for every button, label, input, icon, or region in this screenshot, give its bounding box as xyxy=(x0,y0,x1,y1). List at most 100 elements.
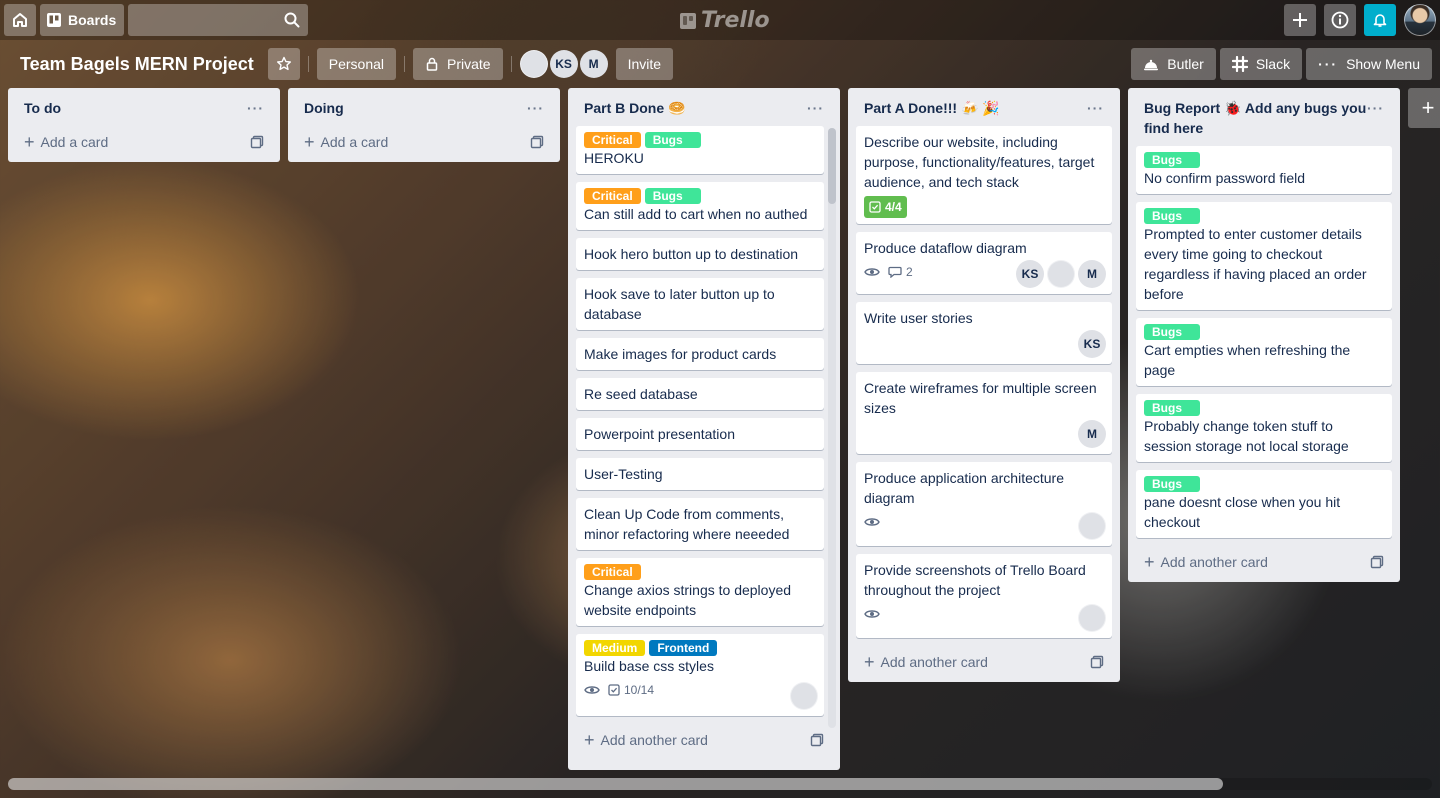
trello-logo[interactable]: Trello xyxy=(680,8,770,33)
member-avatar-m[interactable]: M xyxy=(1078,260,1106,288)
privacy-button[interactable]: Private xyxy=(413,48,503,80)
member-avatar-m[interactable]: M xyxy=(579,50,608,78)
board-scrollbar-thumb[interactable] xyxy=(8,778,1223,790)
slack-button[interactable]: Slack xyxy=(1219,48,1303,80)
board-horizontal-scrollbar[interactable] xyxy=(8,778,1432,790)
add-card-button[interactable]: + Add a card xyxy=(296,126,552,162)
card[interactable]: Critical Bugs Can still add to cart when… xyxy=(576,182,824,230)
card[interactable]: Bugs Cart empties when refreshing the pa… xyxy=(1136,318,1392,386)
member-avatar-photo[interactable] xyxy=(1047,260,1075,288)
label-frontend[interactable]: Frontend xyxy=(649,640,718,656)
list-header[interactable]: Part A Done!!! 🍻 🎉 ··· xyxy=(856,88,1112,126)
watch-icon xyxy=(864,516,880,528)
list-header[interactable]: To do ··· xyxy=(16,88,272,126)
label-bugs[interactable]: Bugs xyxy=(644,132,701,148)
list-menu-icon[interactable]: ··· xyxy=(807,98,824,118)
label-medium[interactable]: Medium xyxy=(584,640,646,656)
star-button[interactable] xyxy=(267,48,300,80)
template-icon[interactable] xyxy=(810,733,824,747)
card-labels: Bugs xyxy=(1144,324,1384,340)
label-critical[interactable]: Critical xyxy=(584,132,641,148)
member-avatar-photo[interactable] xyxy=(1078,604,1106,632)
list-title[interactable]: Bug Report 🐞 Add any bugs you find here xyxy=(1144,98,1367,138)
card[interactable]: Medium Frontend Build base css styles 10… xyxy=(576,634,824,716)
add-card-button[interactable]: + Add a card xyxy=(16,126,272,162)
list-menu-icon[interactable]: ··· xyxy=(1087,98,1104,118)
card[interactable]: Critical Change axios strings to deploye… xyxy=(576,558,824,626)
template-icon[interactable] xyxy=(250,135,264,149)
label-bugs[interactable]: Bugs xyxy=(644,188,701,204)
info-button[interactable] xyxy=(1324,4,1356,36)
list-title[interactable]: To do xyxy=(24,98,61,118)
add-card-button[interactable]: + Add another card xyxy=(576,724,832,760)
team-visibility-button[interactable]: Personal xyxy=(316,48,397,80)
home-button[interactable] xyxy=(4,4,36,36)
label-bugs[interactable]: Bugs xyxy=(1144,208,1200,224)
card[interactable]: Make images for product cards xyxy=(576,338,824,370)
card[interactable]: Write user stories KS xyxy=(856,302,1112,364)
search-input[interactable] xyxy=(128,4,309,36)
boards-button[interactable]: Boards xyxy=(40,4,125,36)
card[interactable]: Powerpoint presentation xyxy=(576,418,824,450)
list-menu-icon[interactable]: ··· xyxy=(247,98,264,118)
template-icon[interactable] xyxy=(1090,655,1104,669)
card[interactable]: Create wireframes for multiple screen si… xyxy=(856,372,1112,454)
card[interactable]: Produce dataflow diagram 2 KS M xyxy=(856,232,1112,294)
card[interactable]: Bugs Probably change token stuff to sess… xyxy=(1136,394,1392,462)
list-header[interactable]: Part B Done 🥯 ··· xyxy=(576,88,832,126)
list-header[interactable]: Bug Report 🐞 Add any bugs you find here … xyxy=(1136,88,1392,146)
member-avatar-m[interactable]: M xyxy=(1078,420,1106,448)
add-card-button[interactable]: + Add another card xyxy=(1136,546,1392,582)
card-badges xyxy=(864,604,1104,624)
card[interactable]: Describe our website, including purpose,… xyxy=(856,126,1112,224)
butler-button[interactable]: Butler xyxy=(1131,48,1216,80)
card[interactable]: Produce application architecture diagram xyxy=(856,462,1112,546)
card[interactable]: Bugs Prompted to enter customer details … xyxy=(1136,202,1392,310)
card[interactable]: Bugs pane doesnt close when you hit chec… xyxy=(1136,470,1392,538)
card[interactable]: Hook hero button up to destination xyxy=(576,238,824,270)
list-title[interactable]: Doing xyxy=(304,98,344,118)
checklist-badge: 10/14 xyxy=(608,680,654,700)
list-scrollbar-thumb[interactable] xyxy=(828,128,836,204)
label-bugs[interactable]: Bugs xyxy=(1144,152,1200,168)
list-title[interactable]: Part A Done!!! 🍻 🎉 xyxy=(864,98,1000,118)
card[interactable]: Bugs No confirm password field xyxy=(1136,146,1392,194)
add-list-button[interactable]: + xyxy=(1408,88,1440,128)
notifications-button[interactable] xyxy=(1364,4,1396,36)
board-title[interactable]: Team Bagels MERN Project xyxy=(12,54,262,75)
template-icon[interactable] xyxy=(1370,555,1384,569)
card[interactable]: Critical Bugs HEROKU xyxy=(576,126,824,174)
show-menu-button[interactable]: ··· Show Menu xyxy=(1306,48,1432,80)
member-avatar-photo[interactable] xyxy=(519,50,548,78)
label-critical[interactable]: Critical xyxy=(584,188,641,204)
invite-button[interactable]: Invite xyxy=(615,48,674,80)
card[interactable]: Clean Up Code from comments, minor refac… xyxy=(576,498,824,550)
member-avatar-ks[interactable]: KS xyxy=(549,50,578,78)
template-icon[interactable] xyxy=(530,135,544,149)
member-avatar-ks[interactable]: KS xyxy=(1078,330,1106,358)
label-critical[interactable]: Critical xyxy=(584,564,641,580)
list-title[interactable]: Part B Done 🥯 xyxy=(584,98,685,118)
card[interactable]: Re seed database xyxy=(576,378,824,410)
card[interactable]: Provide screenshots of Trello Board thro… xyxy=(856,554,1112,638)
create-button[interactable] xyxy=(1284,4,1316,36)
list-scrollbar[interactable] xyxy=(828,128,836,728)
plus-icon: + xyxy=(864,651,875,672)
list-menu-icon[interactable]: ··· xyxy=(1367,98,1384,138)
card[interactable]: Hook save to later button up to database xyxy=(576,278,824,330)
trello-logo-text: Trello xyxy=(701,8,770,33)
add-card-button[interactable]: + Add another card xyxy=(856,646,1112,682)
member-avatar-photo[interactable] xyxy=(1078,512,1106,540)
label-bugs[interactable]: Bugs xyxy=(1144,476,1200,492)
label-bugs[interactable]: Bugs xyxy=(1144,400,1200,416)
invite-label: Invite xyxy=(627,56,662,72)
list-header[interactable]: Doing ··· xyxy=(296,88,552,126)
card-members: KS xyxy=(1078,330,1106,358)
member-avatar-ks[interactable]: KS xyxy=(1016,260,1044,288)
label-bugs[interactable]: Bugs xyxy=(1144,324,1200,340)
list-menu-icon[interactable]: ··· xyxy=(527,98,544,118)
card[interactable]: User-Testing xyxy=(576,458,824,490)
user-avatar[interactable] xyxy=(1404,4,1436,36)
member-avatar-photo[interactable] xyxy=(790,682,818,710)
search-icon xyxy=(284,12,300,28)
